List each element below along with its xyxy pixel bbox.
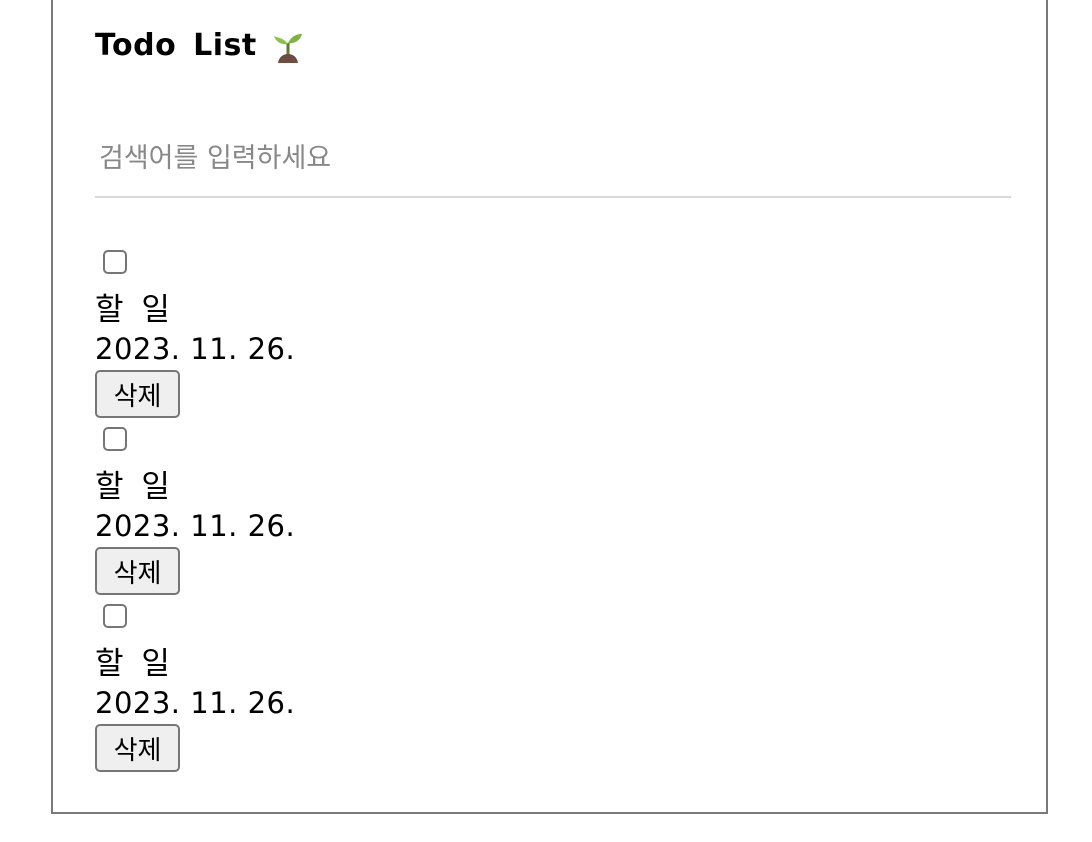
todo-content: 할 일: [95, 292, 171, 328]
page-title: Todo List: [95, 28, 257, 63]
todo-content: 할 일: [95, 646, 171, 682]
todo-checkbox[interactable]: [103, 604, 127, 628]
delete-button[interactable]: 삭제: [95, 724, 180, 772]
todo-item: 할 일 2023. 11. 26. 삭제: [95, 248, 995, 425]
seedling-icon: [271, 29, 305, 63]
todo-panel: Todo List 할 일 2023. 11. 26. 삭제 할 일 2023.…: [51, 0, 1048, 814]
todo-item: 할 일 2023. 11. 26. 삭제: [95, 602, 995, 779]
todo-content: 할 일: [95, 469, 171, 505]
todo-list: 할 일 2023. 11. 26. 삭제 할 일 2023. 11. 26. 삭…: [95, 248, 995, 779]
todo-date: 2023. 11. 26.: [95, 332, 296, 366]
todo-item: 할 일 2023. 11. 26. 삭제: [95, 425, 995, 602]
search-input[interactable]: [95, 120, 1011, 198]
todo-checkbox[interactable]: [103, 427, 127, 451]
todo-checkbox[interactable]: [103, 250, 127, 274]
todo-date: 2023. 11. 26.: [95, 509, 296, 543]
todo-date: 2023. 11. 26.: [95, 686, 296, 720]
delete-button[interactable]: 삭제: [95, 370, 180, 418]
header: Todo List: [95, 28, 305, 63]
delete-button[interactable]: 삭제: [95, 547, 180, 595]
